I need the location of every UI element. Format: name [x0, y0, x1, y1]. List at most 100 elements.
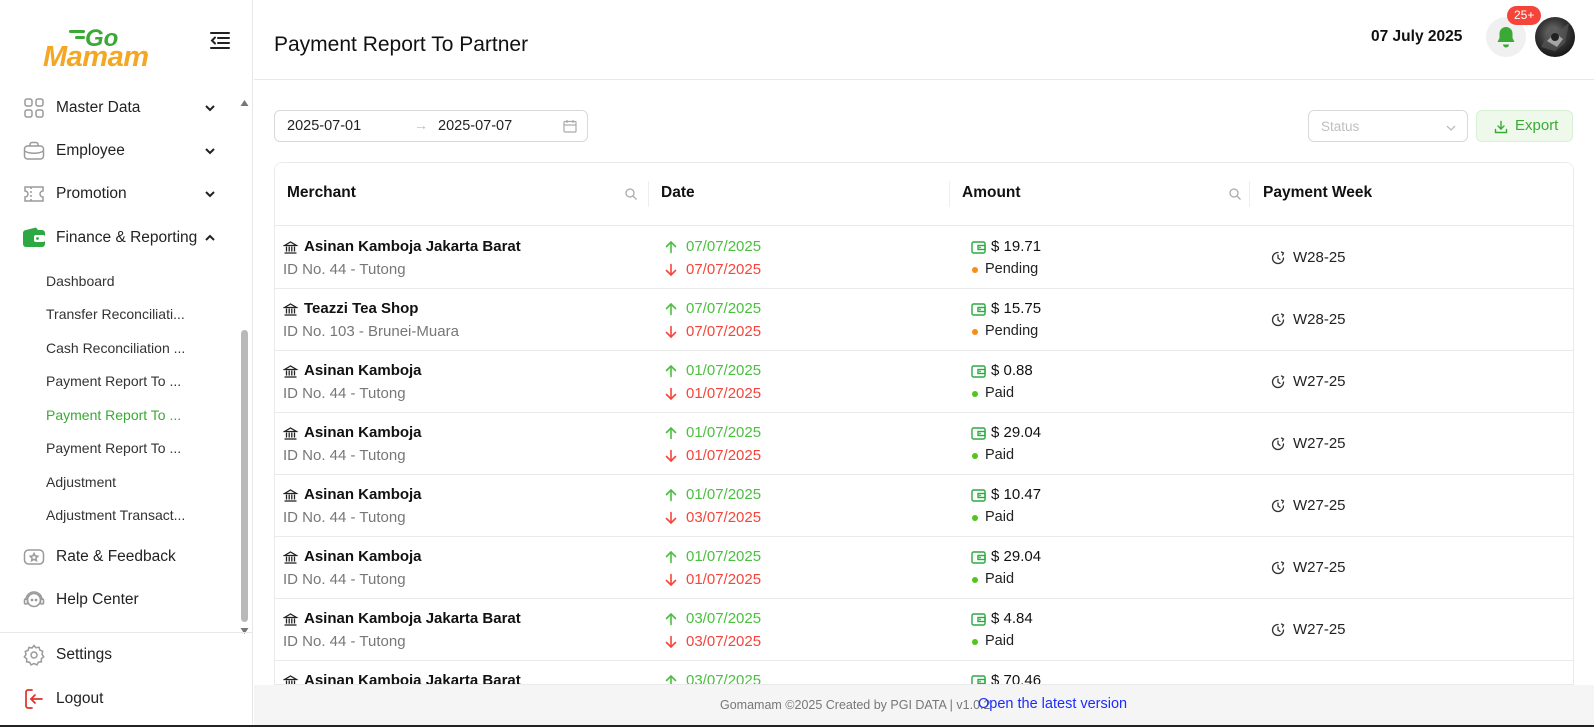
table-row[interactable]: Asinan Kamboja Jakarta Barat ID No. 44 - …: [275, 598, 1573, 661]
table-row[interactable]: Asinan Kamboja ID No. 44 - Tutong 01/07/20…: [275, 474, 1573, 537]
column-divider: [1249, 181, 1250, 207]
export-label: Export: [1515, 117, 1559, 134]
sidebar-item-label: Master Data: [56, 99, 141, 116]
merchant-name: Asinan Kamboja: [304, 548, 422, 565]
merchant-name: Asinan Kamboja: [304, 424, 422, 441]
sidebar-item-logout[interactable]: Logout: [0, 679, 238, 719]
clock-history-icon: [1271, 375, 1285, 389]
chevron-down-icon: [1445, 121, 1457, 133]
bell-icon: [1495, 25, 1517, 54]
status-dot: [972, 267, 978, 273]
amount-value: $ 10.47: [991, 486, 1042, 503]
date-range-picker[interactable]: 2025-07-01 → 2025-07-07: [274, 110, 588, 142]
date-out: 01/07/2025: [686, 447, 762, 464]
merchant-name: Asinan Kamboja Jakarta Barat: [304, 672, 521, 685]
sidebar-subitem-transfer-reconciliation[interactable]: Transfer Reconciliati...: [46, 300, 226, 328]
arrow-up-icon: [664, 426, 678, 440]
date-to-input[interactable]: 2025-07-07: [438, 118, 512, 134]
page-title: Payment Report To Partner: [274, 33, 529, 56]
gear-icon: [22, 643, 46, 667]
scroll-down-arrow-icon[interactable]: [240, 622, 249, 634]
merchant-name: Asinan Kamboja: [304, 362, 422, 379]
chevron-up-icon: [203, 231, 217, 245]
notification-badge: 25+: [1507, 6, 1542, 25]
status-text: Paid: [985, 509, 1015, 525]
search-icon[interactable]: [1228, 187, 1242, 201]
amount-value: $ 0.88: [991, 362, 1033, 379]
payment-week: W28-25: [1293, 311, 1346, 328]
sidebar-item-promotion[interactable]: Promotion: [0, 174, 238, 214]
sidebar-item-label: Settings: [56, 646, 113, 663]
sidebar-item-master-data[interactable]: Master Data: [0, 92, 238, 128]
arrow-right-icon: →: [414, 117, 428, 133]
bank-icon: [282, 426, 299, 441]
scroll-up-arrow-icon[interactable]: [240, 94, 249, 106]
status-select[interactable]: Status: [1308, 110, 1468, 142]
sidebar-subitem-dashboard[interactable]: Dashboard: [46, 267, 226, 295]
payment-table: Merchant Date Amount Payment Week Asinan…: [274, 162, 1574, 685]
scrollbar-thumb[interactable]: [241, 330, 248, 622]
logo-speed-line: [75, 36, 85, 39]
bank-icon: [282, 302, 299, 317]
date-in: 01/07/2025: [686, 548, 762, 565]
footer-text: Gomamam ©2025 Created by PGI DATA | v1.0…: [720, 698, 991, 712]
status-dot: [972, 577, 978, 583]
merchant-name: Asinan Kamboja: [304, 486, 422, 503]
briefcase-icon: [22, 139, 46, 163]
arrow-down-icon: [664, 387, 678, 401]
clock-history-icon: [1271, 437, 1285, 451]
calendar-icon: [563, 119, 577, 133]
sidebar-item-label: Employee: [56, 142, 125, 159]
collapse-sidebar-icon[interactable]: [209, 30, 231, 50]
status-text: Paid: [985, 385, 1015, 401]
sidebar-scrollbar[interactable]: [238, 92, 250, 634]
search-icon[interactable]: [624, 187, 638, 201]
wallet-icon: [971, 426, 986, 441]
status-text: Paid: [985, 571, 1015, 587]
sidebar-subitem-adjustment-transaction[interactable]: Adjustment Transact...: [46, 501, 226, 529]
date-in: 03/07/2025: [686, 672, 762, 685]
date-out: 03/07/2025: [686, 633, 762, 650]
sidebar-item-rate-feedback[interactable]: Rate & Feedback: [0, 537, 238, 577]
clock-history-icon: [1271, 561, 1285, 575]
sidebar-item-employee[interactable]: Employee: [0, 131, 238, 171]
table-row[interactable]: Asinan Kamboja ID No. 44 - Tutong 01/07/20…: [275, 412, 1573, 475]
app: Go Mamam Master Data Employee Promotion …: [0, 0, 1594, 727]
clock-history-icon: [1271, 499, 1285, 513]
arrow-up-icon: [664, 240, 678, 254]
arrow-up-icon: [664, 302, 678, 316]
merchant-name: Asinan Kamboja Jakarta Barat: [304, 238, 521, 255]
table-row[interactable]: Teazzi Tea Shop ID No. 103 - Brunei-Muara…: [275, 288, 1573, 351]
payment-week: W27-25: [1293, 621, 1346, 638]
sidebar-subitem-payment-report-partner[interactable]: Payment Report To ...: [46, 401, 226, 429]
clock-history-icon: [1271, 623, 1285, 637]
export-button[interactable]: Export: [1476, 110, 1573, 142]
sidebar-subitem-cash-reconciliation[interactable]: Cash Reconciliation ...: [46, 334, 226, 362]
avatar[interactable]: [1535, 17, 1575, 57]
sidebar-item-label: Finance & Reporting: [56, 229, 198, 246]
sidebar-item-label: Logout: [56, 690, 104, 707]
sidebar-subitem-adjustment[interactable]: Adjustment: [46, 468, 226, 496]
date-from-input[interactable]: 2025-07-01: [287, 118, 361, 134]
sidebar-menu: Master Data Employee Promotion Finance &…: [0, 92, 238, 632]
sidebar-item-settings[interactable]: Settings: [0, 635, 238, 675]
wallet-icon: [22, 226, 46, 250]
merchant-id: ID No. 44 - Tutong: [283, 571, 406, 588]
sidebar-subitem-payment-report-3[interactable]: Payment Report To ...: [46, 434, 226, 462]
bank-icon: [282, 488, 299, 503]
arrow-up-icon: [664, 550, 678, 564]
sidebar-item-help-center[interactable]: Help Center: [0, 580, 238, 620]
table-row[interactable]: Asinan Kamboja Jakarta Barat ID No. 44 - …: [275, 226, 1573, 289]
table-row[interactable]: Asinan Kamboja Jakarta Barat 03/07/2025 $ …: [275, 660, 1573, 685]
latest-version-link[interactable]: Open the latest version: [978, 696, 1127, 712]
column-header-payment-week: Payment Week: [1263, 184, 1373, 201]
wallet-icon: [971, 302, 986, 317]
status-dot: [972, 391, 978, 397]
sidebar-item-finance-reporting[interactable]: Finance & Reporting: [0, 218, 238, 258]
table-row[interactable]: Asinan Kamboja ID No. 44 - Tutong 01/07/20…: [275, 536, 1573, 599]
table-row[interactable]: Asinan Kamboja ID No. 44 - Tutong 01/07/20…: [275, 350, 1573, 413]
sidebar-subitem-payment-report-1[interactable]: Payment Report To ...: [46, 367, 226, 395]
status-text: Paid: [985, 447, 1015, 463]
wallet-icon: [971, 488, 986, 503]
gomamam-logo[interactable]: Go Mamam: [43, 25, 155, 73]
